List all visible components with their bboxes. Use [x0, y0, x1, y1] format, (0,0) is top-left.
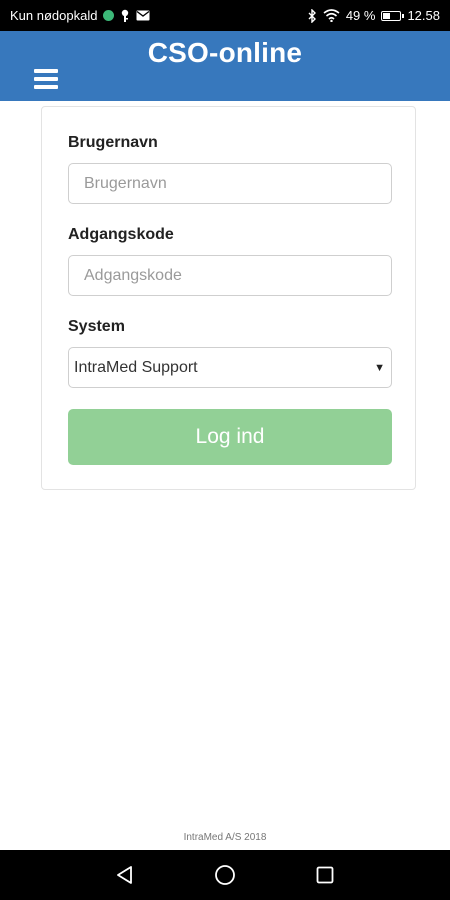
username-label: Brugernavn [68, 134, 158, 151]
recents-icon[interactable] [312, 862, 338, 888]
mail-icon [136, 10, 150, 21]
home-icon[interactable] [212, 862, 238, 888]
status-bar-right: 49 % 12.58 [308, 8, 440, 23]
battery-percent-text: 49 % [345, 8, 376, 23]
login-button[interactable]: Log ind [68, 409, 392, 465]
notification-dot-icon [103, 10, 115, 21]
system-select[interactable]: IntraMed Support ▼ [68, 347, 392, 388]
clock-text: 12.58 [407, 8, 440, 23]
menu-line [34, 69, 58, 73]
username-input[interactable] [68, 163, 392, 204]
bluetooth-icon [308, 8, 317, 23]
status-bar-left: Kun nødopkald [10, 8, 150, 23]
system-selected-value: IntraMed Support [74, 358, 198, 376]
hamburger-menu-icon[interactable] [34, 69, 58, 89]
back-icon[interactable] [112, 862, 138, 888]
menu-line [34, 85, 58, 89]
app-title: CSO-online [147, 37, 303, 68]
wifi-icon [323, 9, 340, 22]
footer-copyright: IntraMed A/S 2018 [183, 832, 267, 843]
carrier-text: Kun nødopkald [10, 8, 98, 23]
system-label: System [68, 318, 125, 335]
dropdown-arrow-icon: ▼ [374, 361, 385, 374]
menu-line [34, 77, 58, 81]
app-header: CSO-online [0, 31, 450, 101]
status-bar: Kun nødopkald 49 % 12.58 [0, 0, 450, 31]
login-card: Brugernavn Adgangskode System IntraMed S… [41, 106, 416, 490]
password-label: Adgangskode [68, 226, 174, 243]
battery-icon [381, 10, 405, 21]
password-input[interactable] [68, 255, 392, 296]
key-icon [120, 9, 130, 22]
navigation-bar [0, 850, 450, 900]
battery-level-fill [383, 12, 391, 19]
